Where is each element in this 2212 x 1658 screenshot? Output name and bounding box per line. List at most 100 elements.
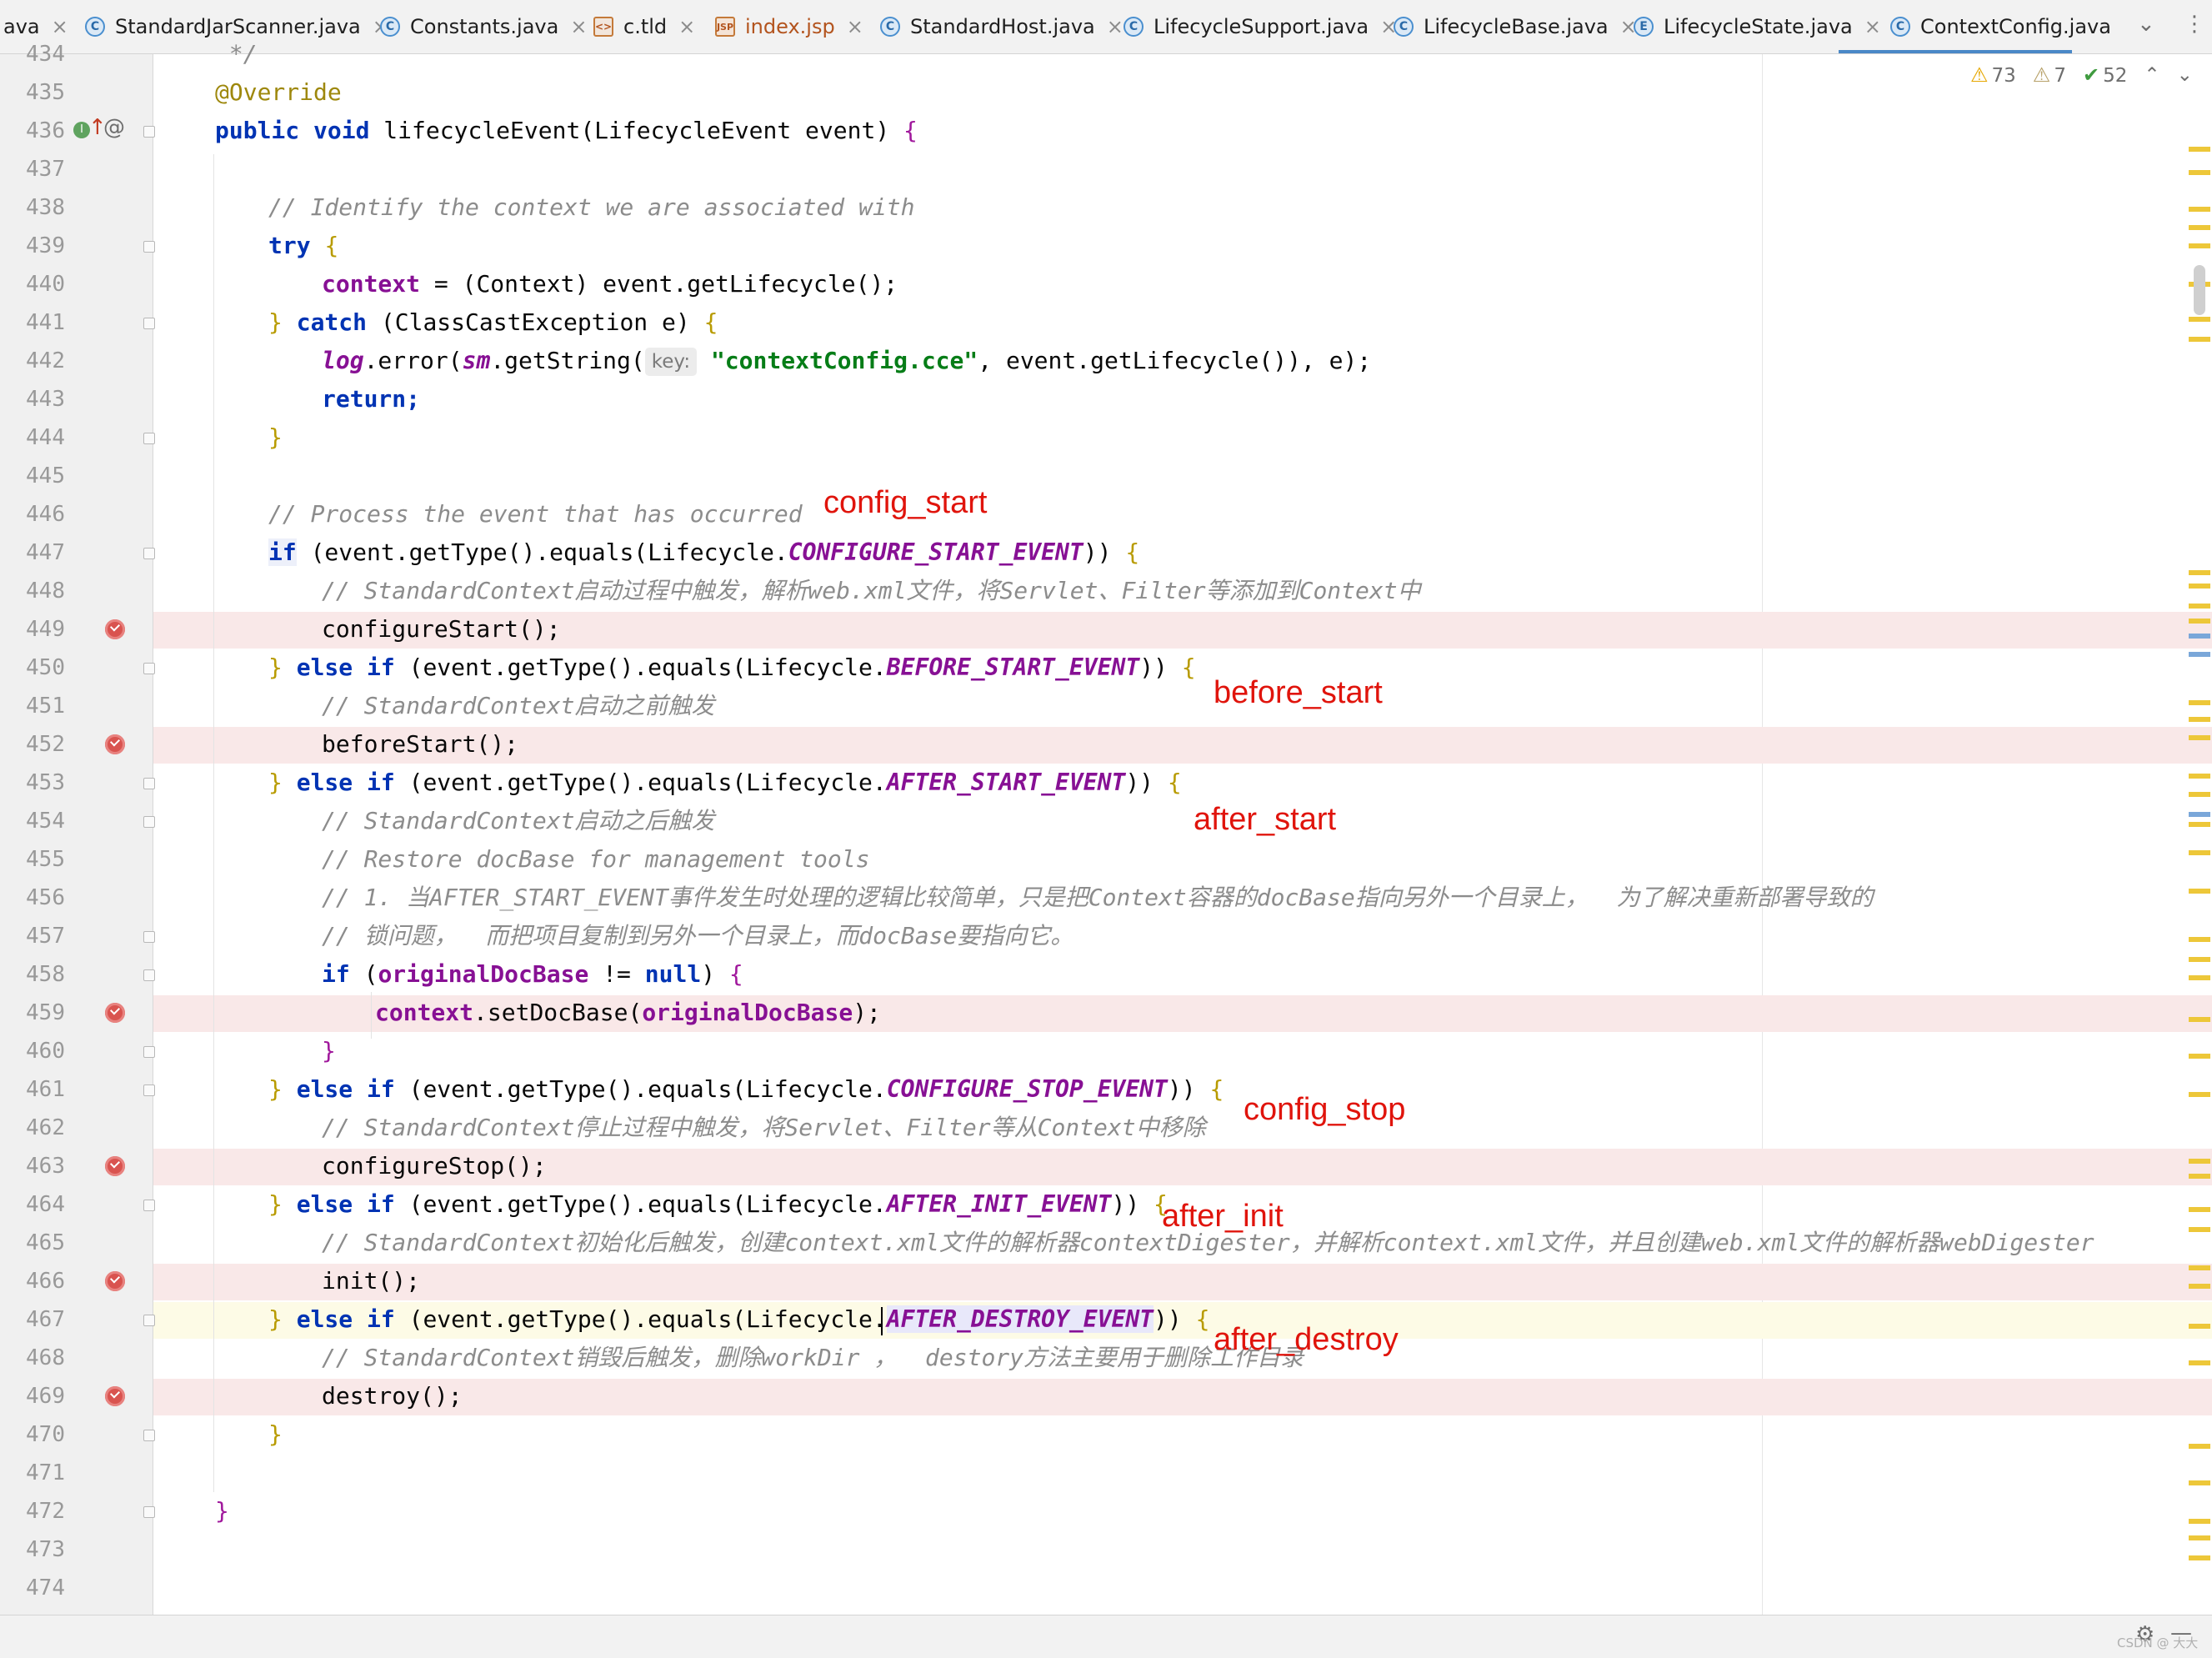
scroll-marker[interactable] [2189, 207, 2210, 212]
chevron-down-icon[interactable]: ⌄ [2177, 64, 2193, 86]
code-line[interactable]: // Identify the context we are associate… [268, 188, 914, 227]
fold-marker-icon[interactable] [143, 931, 155, 943]
scroll-marker[interactable] [2189, 317, 2210, 322]
scroll-marker[interactable] [2189, 1159, 2210, 1164]
scroll-marker[interactable] [2189, 1555, 2210, 1560]
tab-index-jsp[interactable]: JSP index.jsp × [715, 0, 863, 53]
code-line[interactable]: } [268, 1415, 283, 1454]
scroll-marker[interactable] [2189, 1017, 2210, 1022]
warning-count[interactable]: ⚠ 7 [2033, 63, 2066, 87]
code-line[interactable]: configureStart(); [322, 610, 561, 649]
tab-lifecyclebase[interactable]: C LifecycleBase.java × [1394, 0, 1637, 53]
scroll-marker[interactable] [2189, 1480, 2210, 1485]
scroll-marker[interactable] [2189, 1265, 2210, 1270]
fold-marker-icon[interactable] [143, 126, 155, 138]
close-icon[interactable]: × [570, 15, 587, 38]
tab-contextconfig[interactable]: C ContextConfig.java [1890, 0, 2111, 53]
annotation-icon[interactable]: @ [103, 115, 125, 140]
code-line[interactable]: destroy(); [322, 1377, 463, 1415]
chevron-down-icon[interactable]: ⌄ [2137, 12, 2155, 37]
fold-marker-icon[interactable] [143, 1200, 155, 1211]
close-icon[interactable]: × [678, 15, 695, 38]
error-count[interactable]: ⚠ 73 [1970, 63, 2016, 87]
code-line[interactable]: init(); [322, 1262, 420, 1300]
code-line[interactable]: } else if (event.getType().equals(Lifecy… [268, 1300, 1209, 1339]
scrollbar-thumb[interactable] [2194, 265, 2205, 315]
fold-marker-icon[interactable] [143, 1046, 155, 1058]
scroll-marker[interactable] [2189, 889, 2210, 894]
breakpoint-icon[interactable] [105, 1386, 125, 1406]
code-line[interactable]: // StandardContext启动之后触发 [322, 802, 714, 840]
code-line[interactable]: context = (Context) event.getLifecycle()… [322, 265, 898, 303]
code-line[interactable]: // StandardContext启动过程中触发，解析web.xml文件，将S… [322, 572, 1421, 610]
breakpoint-icon[interactable] [105, 1271, 125, 1291]
scroll-marker[interactable] [2189, 975, 2210, 980]
scroll-marker[interactable] [2189, 1174, 2210, 1179]
more-vertical-icon[interactable]: ⋮ [2184, 12, 2205, 37]
scroll-marker[interactable] [2189, 1444, 2210, 1449]
code-line[interactable]: } else if (event.getType().equals(Lifecy… [268, 1070, 1224, 1109]
fold-marker-icon[interactable] [143, 778, 155, 789]
scroll-marker[interactable] [2189, 1054, 2210, 1059]
breakpoint-icon[interactable] [105, 1003, 125, 1023]
code-line[interactable]: // StandardContext启动之前触发 [322, 687, 714, 725]
fold-marker-icon[interactable] [143, 1315, 155, 1326]
tab-standardhost[interactable]: C StandardHost.java × [880, 0, 1124, 53]
scroll-marker[interactable] [2189, 243, 2210, 248]
code-line[interactable]: } [322, 1032, 336, 1070]
scroll-marker[interactable] [2189, 1227, 2210, 1232]
scroll-marker[interactable] [2189, 634, 2210, 639]
chevron-up-icon[interactable]: ⌃ [2144, 64, 2159, 86]
scroll-marker[interactable] [2189, 584, 2210, 589]
code-line[interactable]: } catch (ClassCastException e) { [268, 303, 718, 342]
code-line[interactable]: } else if (event.getType().equals(Lifecy… [268, 764, 1182, 802]
close-icon[interactable]: × [1107, 15, 1124, 38]
code-line[interactable]: */ [215, 35, 258, 73]
breakpoint-icon[interactable] [105, 619, 125, 639]
scroll-marker[interactable] [2189, 225, 2210, 230]
code-line[interactable]: } else if (event.getType().equals(Lifecy… [268, 1185, 1168, 1224]
fold-marker-icon[interactable] [143, 433, 155, 444]
scroll-marker[interactable] [2189, 1207, 2210, 1212]
close-icon[interactable]: × [1864, 15, 1881, 38]
fold-marker-icon[interactable] [143, 1084, 155, 1096]
code-line[interactable]: @Override [215, 73, 342, 112]
inspection-widget[interactable]: ⚠ 73 ⚠ 7 ✔ 52 ⌃ ⌄ [1970, 63, 2193, 87]
fold-marker-icon[interactable] [143, 241, 155, 253]
scroll-marker[interactable] [2189, 700, 2210, 705]
fold-marker-icon[interactable] [143, 663, 155, 674]
code-line[interactable]: } [268, 418, 283, 457]
scroll-marker[interactable] [2189, 850, 2210, 855]
code-line[interactable]: if (event.getType().equals(Lifecycle.CON… [268, 533, 1139, 572]
scroll-marker[interactable] [2189, 1360, 2210, 1365]
scroll-marker[interactable] [2189, 774, 2210, 779]
code-line[interactable]: // Process the event that has occurred [268, 495, 803, 533]
code-line[interactable]: // 锁问题， 而把项目复制到另外一个目录上，而docBase要指向它。 [322, 917, 1073, 955]
scroll-marker[interactable] [2189, 957, 2210, 962]
scroll-marker[interactable] [2189, 147, 2210, 152]
ok-count[interactable]: ✔ 52 [2083, 63, 2127, 87]
breakpoint-icon[interactable] [105, 734, 125, 754]
code-line[interactable]: beforeStart(); [322, 725, 518, 764]
fold-marker-icon[interactable] [143, 1430, 155, 1441]
tab-c-tld[interactable]: <> c.tld × [593, 0, 695, 53]
scroll-marker[interactable] [2189, 792, 2210, 797]
fold-marker-icon[interactable] [143, 816, 155, 828]
scroll-marker[interactable] [2189, 652, 2210, 657]
implements-icon[interactable]: I [73, 122, 90, 138]
close-icon[interactable]: × [847, 15, 863, 38]
tab-constants[interactable]: C Constants.java × [380, 0, 587, 53]
scroll-marker[interactable] [2189, 822, 2210, 827]
scroll-marker[interactable] [2189, 570, 2210, 575]
scroll-marker[interactable] [2189, 1284, 2210, 1289]
scroll-marker[interactable] [2189, 735, 2210, 740]
scroll-marker[interactable] [2189, 170, 2210, 175]
code-line[interactable]: } [215, 1492, 229, 1530]
code-line[interactable]: return; [322, 380, 420, 418]
code-line[interactable]: // Restore docBase for management tools [322, 840, 869, 879]
scroll-marker[interactable] [2189, 1535, 2210, 1540]
scroll-marker[interactable] [2189, 337, 2210, 342]
scroll-marker[interactable] [2189, 1519, 2210, 1524]
code-line[interactable]: log.error(sm.getString(key: "contextConf… [322, 342, 1371, 380]
scroll-marker[interactable] [2189, 1092, 2210, 1097]
